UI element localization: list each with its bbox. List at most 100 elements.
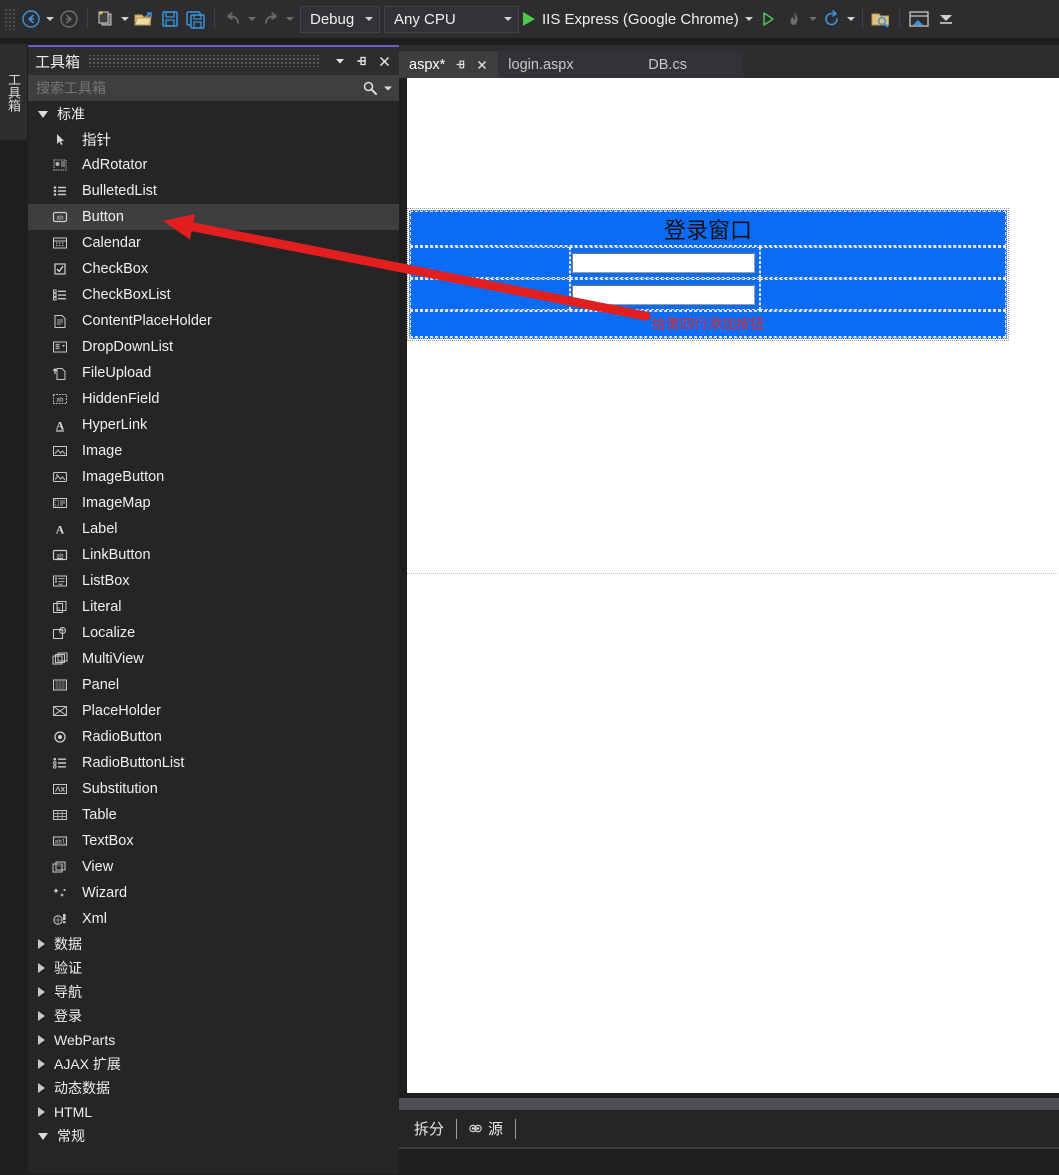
build-configuration-combo[interactable]: Debug — [300, 5, 380, 33]
form-title-cell[interactable]: 登录窗口 — [410, 211, 1006, 246]
start-debugging-dropdown-caret-icon[interactable] — [743, 6, 755, 32]
toolbox-item-Xml[interactable]: Xml — [28, 906, 399, 932]
toolbox-item-RadioButtonList[interactable]: RadioButtonList — [28, 750, 399, 776]
toolbox-item-BulletedList[interactable]: BulletedList — [28, 178, 399, 204]
tab-source[interactable]: 源 — [463, 1114, 509, 1144]
hot-reload-dropdown-caret-icon[interactable] — [807, 6, 819, 32]
platform-combo[interactable]: Any CPU — [384, 5, 519, 33]
toolbox-group-WebParts[interactable]: WebParts — [28, 1028, 399, 1052]
toolbox-item-ImageMap[interactable]: ImageMap — [28, 490, 399, 516]
pin-icon[interactable] — [351, 50, 373, 72]
document-tab-DB.cs[interactable]: DB.cs — [638, 51, 744, 78]
toolbox-item-Label[interactable]: A Label — [28, 516, 399, 542]
toolbox-item-Button[interactable]: ab Button — [28, 204, 399, 230]
toolbox-group-导航[interactable]: 导航 — [28, 980, 399, 1004]
hot-reload-icon[interactable] — [781, 5, 807, 33]
tab-split[interactable]: 拆分 — [408, 1114, 450, 1144]
close-icon[interactable] — [476, 59, 488, 71]
form-row-username[interactable] — [410, 247, 1006, 279]
username-input-cell[interactable] — [570, 247, 760, 278]
toolbox-group-登录[interactable]: 登录 — [28, 1004, 399, 1028]
vertical-dock-tab-toolbox[interactable]: 工具箱 — [0, 44, 27, 140]
toolbox-item-View[interactable]: View — [28, 854, 399, 880]
password-spacer-cell[interactable] — [760, 279, 1006, 310]
back-dropdown-caret-icon[interactable] — [44, 6, 56, 32]
pin-icon[interactable] — [454, 58, 467, 71]
document-tab-aspx*[interactable]: aspx* — [399, 51, 499, 78]
undo-dropdown-caret-icon[interactable] — [246, 6, 258, 32]
toolbox-item-ContentPlaceHolder[interactable]: ContentPlaceHolder — [28, 308, 399, 334]
toolbox-item-LinkButton[interactable]: ab LinkButton — [28, 542, 399, 568]
username-label-cell[interactable] — [410, 247, 570, 278]
toolbox-drag-handle[interactable] — [88, 55, 321, 67]
back-arrow-icon[interactable] — [18, 5, 44, 33]
new-item-icon[interactable] — [93, 5, 119, 33]
toolbox-item-PlaceHolder[interactable]: PlaceHolder — [28, 698, 399, 724]
restart-icon[interactable] — [819, 5, 845, 33]
toolbox-item-CheckBoxList[interactable]: CheckBoxList — [28, 282, 399, 308]
toolbox-search-bar[interactable] — [28, 75, 399, 101]
login-form-table[interactable]: 登录窗口 给第四行添加按钮 — [409, 210, 1007, 339]
toolbox-group-动态数据[interactable]: 动态数据 — [28, 1076, 399, 1100]
toolbar-grip[interactable] — [4, 8, 16, 30]
save-all-icon[interactable] — [183, 5, 209, 33]
search-icon[interactable] — [359, 77, 381, 99]
restart-dropdown-caret-icon[interactable] — [845, 6, 857, 32]
toolbox-item-Image[interactable]: Image — [28, 438, 399, 464]
toolbox-item-ImageButton[interactable]: ImageButton — [28, 464, 399, 490]
password-textbox[interactable] — [572, 284, 755, 305]
toolbox-item-list[interactable]: 标准 指针 AdRotator BulletedList ab Button Calenda… — [28, 102, 399, 1174]
form-row-note[interactable]: 给第四行添加按钮 — [410, 311, 1006, 338]
browse-with-icon[interactable] — [868, 5, 894, 33]
toolbox-item-Panel[interactable]: Panel — [28, 672, 399, 698]
username-textbox[interactable] — [572, 252, 755, 273]
start-debugging-button[interactable]: IIS Express (Google Chrome) — [519, 5, 743, 33]
close-icon[interactable] — [373, 50, 395, 72]
form-row-password[interactable] — [410, 279, 1006, 311]
save-icon[interactable] — [157, 5, 183, 33]
password-label-cell[interactable] — [410, 279, 570, 310]
toolbox-group-HTML[interactable]: HTML — [28, 1100, 399, 1124]
toolbox-item-Substitution[interactable]: Substitution — [28, 776, 399, 802]
toolbox-item-ListBox[interactable]: ListBox — [28, 568, 399, 594]
toolbox-group-验证[interactable]: 验证 — [28, 956, 399, 980]
toolbar-overflow-icon[interactable] — [933, 5, 959, 33]
toolbox-item-AdRotator[interactable]: AdRotator — [28, 152, 399, 178]
toolbox-item-Wizard[interactable]: Wizard — [28, 880, 399, 906]
toolbox-item-Literal[interactable]: a Literal — [28, 594, 399, 620]
toolbox-item-指针[interactable]: 指针 — [28, 126, 399, 152]
toolbox-item-DropDownList[interactable]: DropDownList — [28, 334, 399, 360]
toolbox-item-HyperLink[interactable]: A HyperLink — [28, 412, 399, 438]
search-options-caret-icon[interactable] — [381, 77, 395, 99]
toolbox-group-标准[interactable]: 标准 — [28, 102, 399, 126]
toolbox-group-常规[interactable]: 常规 — [28, 1124, 399, 1148]
redo-icon[interactable] — [258, 5, 284, 33]
redo-dropdown-caret-icon[interactable] — [284, 6, 296, 32]
form-row-title[interactable]: 登录窗口 — [410, 211, 1006, 247]
toolbox-item-Localize[interactable]: Localize — [28, 620, 399, 646]
username-spacer-cell[interactable] — [760, 247, 1006, 278]
toolbox-item-Calendar[interactable]: Calendar — [28, 230, 399, 256]
note-cell[interactable]: 给第四行添加按钮 — [410, 311, 1006, 337]
undo-icon[interactable] — [220, 5, 246, 33]
toolbox-group-数据[interactable]: 数据 — [28, 932, 399, 956]
toolbox-item-RadioButton[interactable]: RadioButton — [28, 724, 399, 750]
search-input[interactable] — [36, 80, 359, 96]
password-input-cell[interactable] — [570, 279, 760, 310]
toolbox-item-FileUpload[interactable]: FileUpload — [28, 360, 399, 386]
web-form-designer-surface[interactable]: 登录窗口 给第四行添加按钮 — [399, 78, 1059, 1093]
open-file-icon[interactable] — [131, 5, 157, 33]
start-without-debugging-icon[interactable] — [755, 5, 781, 33]
toolbox-item-HiddenField[interactable]: ab HiddenField — [28, 386, 399, 412]
forward-arrow-icon[interactable] — [56, 5, 82, 33]
view-in-browser-icon[interactable] — [905, 5, 933, 33]
toolbox-item-TextBox[interactable]: abl TextBox — [28, 828, 399, 854]
document-tab-login.aspx[interactable]: login.aspx — [498, 51, 639, 78]
form-control-outline[interactable]: 登录窗口 给第四行添加按钮 — [407, 208, 1009, 341]
new-item-dropdown-caret-icon[interactable] — [119, 6, 131, 32]
toolbox-item-MultiView[interactable]: MultiView — [28, 646, 399, 672]
chevron-down-icon[interactable] — [329, 50, 351, 72]
toolbox-item-CheckBox[interactable]: CheckBox — [28, 256, 399, 282]
toolbox-group-AJAX 扩展[interactable]: AJAX 扩展 — [28, 1052, 399, 1076]
toolbox-item-Table[interactable]: Table — [28, 802, 399, 828]
